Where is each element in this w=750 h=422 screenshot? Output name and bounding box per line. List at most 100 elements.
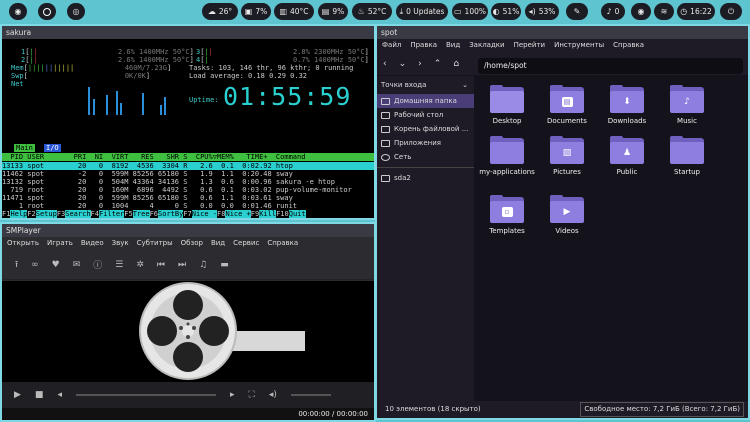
seek-forward-icon[interactable]: ▸ [230, 390, 235, 400]
weather-widget[interactable]: ☁ 26° [202, 3, 238, 20]
swap-meter: Swp[ 0K/0K] [11, 72, 151, 80]
seek-back-icon[interactable]: ◂ [57, 390, 62, 400]
play-icon[interactable]: ▶ [14, 390, 21, 400]
fkey-sortby[interactable]: F6SortBy [150, 210, 184, 218]
launcher-button[interactable]: ◉ [9, 3, 27, 20]
menu-file[interactable]: Файл [382, 39, 401, 52]
settings-icon[interactable]: ✲ [136, 260, 144, 270]
home-icon[interactable]: ⌂ [453, 59, 459, 69]
menu-tools[interactable]: Сервис [233, 237, 259, 250]
updates-widget[interactable]: ⤓ 0 Updates [396, 3, 448, 20]
sidebar-item-home[interactable]: Домашняя папка [377, 94, 474, 108]
forward-icon[interactable]: › [418, 59, 422, 69]
videos-folder-icon: ▶ [550, 195, 584, 223]
sidebar-item-desktop[interactable]: Рабочий стол [377, 108, 474, 122]
documents-folder-icon: ▤ [550, 85, 584, 113]
menu-view[interactable]: Вид [211, 237, 225, 250]
menu-tools[interactable]: Инструменты [554, 39, 604, 52]
templates-folder-icon: ▫ [490, 195, 524, 223]
htop-view[interactable]: 1[|| 2.6% 1400MHz 50°C] 2[|| 2.6% 1400MH… [2, 39, 374, 218]
back-icon[interactable]: ‹ [383, 59, 387, 69]
seek-slider[interactable] [75, 394, 216, 396]
idle-inhibitor-button[interactable]: ◉ [631, 3, 651, 20]
fkey-quit[interactable]: F10Quit [276, 210, 306, 218]
folder-documents[interactable]: ▤ Documents [537, 85, 597, 126]
folder-pictures[interactable]: ▨ Pictures [537, 136, 597, 177]
audio-track-icon[interactable]: ♫ [199, 260, 207, 270]
path-bar[interactable]: /home/spot [478, 58, 743, 74]
link-icon[interactable]: ∞ [31, 260, 39, 270]
fkey-setup[interactable]: F2Setup [27, 210, 57, 218]
folder-templates[interactable]: ▫ Templates [477, 195, 537, 236]
menu-video[interactable]: Видео [81, 237, 104, 250]
cpu-widget[interactable]: ▣ 7% [241, 3, 271, 20]
fkey-filter[interactable]: F4Filter [91, 210, 125, 218]
fullscreen-icon[interactable]: ⛶ [249, 390, 255, 400]
folder-my-applications[interactable]: my-applications [477, 136, 537, 177]
battery-widget[interactable]: ▭ 100% [452, 3, 488, 20]
volume-slider[interactable] [290, 394, 331, 396]
fkey-tree[interactable]: F5Tree [124, 210, 150, 218]
gpu-temp-widget[interactable]: ▥ 40°C [274, 3, 314, 20]
notifications-widget[interactable]: ♪ 0 [601, 3, 625, 20]
up-icon[interactable]: ⌃ [434, 59, 442, 69]
tab-main[interactable]: Main [14, 144, 35, 153]
playlist-icon[interactable]: ☰ [115, 260, 123, 270]
folder-startup[interactable]: Startup [657, 136, 717, 177]
cloud-icon: ☁ [207, 7, 216, 16]
menu-browse[interactable]: Обзор [181, 237, 203, 250]
wifi-button[interactable]: ≋ [654, 3, 674, 20]
video-area[interactable] [2, 281, 374, 382]
menu-audio[interactable]: Звук [112, 237, 129, 250]
fkey-nice-minus[interactable]: F7Nice - [183, 210, 218, 218]
workspace-2[interactable]: ◎ [67, 3, 85, 20]
screenshot-icon[interactable]: ✉ [73, 260, 81, 270]
volume-widget[interactable]: ◂) 53% [525, 3, 559, 20]
menu-view[interactable]: Вид [446, 39, 460, 52]
menu-bookmarks[interactable]: Закладки [469, 39, 504, 52]
file-manager-window[interactable]: spot Файл Правка Вид Закладки Перейти Ин… [375, 24, 750, 420]
fkey-search[interactable]: F3Search [57, 210, 91, 218]
sidebar-item-applications[interactable]: Приложения [377, 136, 474, 150]
fkey-nice-plus[interactable]: F8Nice + [217, 210, 251, 218]
menu-help[interactable]: Справка [267, 237, 298, 250]
folder-videos[interactable]: ▶ Videos [537, 195, 597, 236]
sidebar-item-sda2[interactable]: sda2 [377, 171, 474, 185]
menu-open[interactable]: Открыть [7, 237, 39, 250]
favorites-icon[interactable]: ♥ [52, 260, 60, 270]
memory-widget[interactable]: ▤ 9% [318, 3, 348, 20]
power-button[interactable]: ⏻ [720, 3, 742, 20]
rewind-icon[interactable]: ⏮ [157, 260, 165, 270]
menu-help[interactable]: Справка [613, 39, 644, 52]
dropdown-icon[interactable]: ⌄ [399, 59, 407, 69]
subtitle-icon[interactable]: ▬ [220, 260, 229, 270]
clock-widget[interactable]: ◷ 16:22 [677, 3, 715, 20]
forward-icon[interactable]: ⏭ [178, 260, 186, 270]
sidebar-item-root[interactable]: Корень файловой ... [377, 122, 474, 136]
load-line: Load average: 0.18 0.29 0.32 [189, 72, 308, 80]
folder-public[interactable]: ♟ Public [597, 136, 657, 177]
film-reel-icon [139, 282, 305, 380]
fkey-help[interactable]: F1Help [2, 210, 28, 218]
sidebar-item-network[interactable]: Сеть [377, 150, 474, 164]
folder-downloads[interactable]: ⬇ Downloads [597, 85, 657, 126]
open-file-icon[interactable]: ⭱ [15, 257, 18, 273]
volume-icon[interactable]: ◂) [269, 390, 277, 400]
tab-io[interactable]: I/O [44, 144, 61, 153]
menu-go[interactable]: Перейти [514, 39, 546, 52]
menu-subtitles[interactable]: Субтитры [137, 237, 173, 250]
edit-button[interactable]: ✎ [566, 3, 588, 20]
folder-music[interactable]: ♪ Music [657, 85, 717, 126]
cpu-temp-widget[interactable]: ♨ 52°C [352, 3, 392, 20]
smplayer-window[interactable]: SMPlayer Открыть Играть Видео Звук Субти… [0, 222, 376, 422]
stop-icon[interactable]: ■ [35, 390, 44, 400]
sakura-terminal-window[interactable]: sakura 1[|| 2.6% 1400MHz 50°C] 2[|| 2.6%… [0, 24, 376, 220]
menu-edit[interactable]: Правка [410, 39, 437, 52]
places-header[interactable]: Точки входа ⌄ [377, 76, 474, 94]
info-icon[interactable]: ⓘ [93, 258, 102, 271]
workspace-1[interactable] [38, 3, 56, 20]
folder-desktop[interactable]: Desktop [477, 85, 537, 126]
fkey-kill[interactable]: F9Kill [251, 210, 277, 218]
brightness-widget[interactable]: ◐ 51% [491, 3, 521, 20]
menu-play[interactable]: Играть [47, 237, 73, 250]
